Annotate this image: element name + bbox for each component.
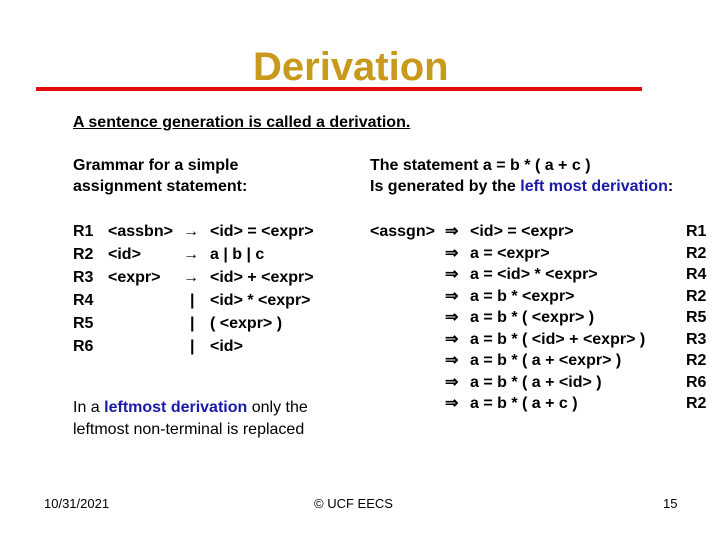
derives-arrow-icon: ⇒ bbox=[445, 352, 459, 369]
derives-arrow-icon: ⇒ bbox=[445, 330, 459, 348]
derives-arrow-icon: ⇒ bbox=[445, 309, 459, 326]
derivation-expression: a = b * <expr> bbox=[470, 287, 575, 305]
derivation-rule-label: R5 bbox=[686, 309, 707, 326]
note-line: leftmost non-terminal is replaced bbox=[73, 421, 305, 438]
footer-page-number: 15 bbox=[663, 496, 678, 511]
statement-heading: The statement a = b * ( a + c ) Is gener… bbox=[370, 155, 673, 197]
statement-heading-line: The statement a = b * ( a + c ) bbox=[370, 157, 591, 174]
rule-separator: | bbox=[190, 315, 195, 332]
footer-date: 10/31/2021 bbox=[44, 496, 110, 511]
rule-rhs: <id> + <expr> bbox=[210, 269, 314, 286]
derivation-expression: a = b * ( <expr> ) bbox=[470, 309, 595, 326]
grammar-heading-line: Grammar for a simple bbox=[73, 157, 239, 174]
rule-rhs: a | b | c bbox=[210, 246, 265, 263]
derivation-expression: a = <id> * <expr> bbox=[470, 266, 598, 283]
rule-rhs: ( <expr> ) bbox=[210, 315, 283, 332]
note-suffix: only the bbox=[247, 399, 308, 416]
grammar-heading-line: assignment statement: bbox=[73, 178, 248, 195]
derivation-rule-label: R4 bbox=[686, 266, 707, 283]
derivation-rule-label: R2 bbox=[686, 352, 707, 369]
derivation-expression: a = b * ( a + c ) bbox=[470, 395, 578, 412]
derivation-expression: a = <expr> bbox=[470, 244, 550, 262]
derivation-expression: <id> = <expr> bbox=[470, 223, 574, 240]
rule-label: R2 bbox=[73, 246, 94, 263]
rule-label: R5 bbox=[73, 315, 94, 332]
derives-arrow-icon: ⇒ bbox=[445, 395, 459, 412]
rule-lhs: <expr> bbox=[108, 269, 161, 286]
rule-rhs: <id> bbox=[210, 338, 243, 355]
derivation-rule-label: R3 bbox=[686, 330, 707, 348]
derivation-expression: a = b * ( <id> + <expr> ) bbox=[470, 330, 646, 348]
note-line: In a leftmost derivation only the bbox=[73, 397, 308, 419]
derivation-rule-label: R2 bbox=[686, 244, 707, 262]
statement-heading-suffix: : bbox=[667, 178, 674, 195]
rule-rhs: <id> * <expr> bbox=[210, 292, 311, 309]
note-prefix: In a bbox=[73, 399, 105, 416]
left-most-derivation-highlight: left most derivation bbox=[520, 178, 668, 195]
statement-heading-line: Is generated by the left most derivation… bbox=[370, 176, 673, 197]
rule-separator: → bbox=[183, 246, 199, 263]
derivation-expression: a = b * ( a + <id> ) bbox=[470, 373, 602, 391]
rule-lhs: <id> bbox=[108, 246, 141, 263]
statement-heading-prefix: Is generated by the bbox=[370, 178, 521, 195]
slide-title: Derivation bbox=[253, 45, 449, 89]
derives-arrow-icon: ⇒ bbox=[445, 287, 459, 305]
derivation-start-symbol: <assgn> bbox=[370, 223, 435, 240]
rule-label: R4 bbox=[73, 292, 94, 309]
derivation-rule-label: R1 bbox=[686, 223, 707, 240]
grammar-heading: Grammar for a simple assignment statemen… bbox=[73, 155, 247, 197]
rule-separator: | bbox=[190, 292, 195, 309]
derives-arrow-icon: ⇒ bbox=[445, 266, 459, 283]
derives-arrow-icon: ⇒ bbox=[445, 373, 459, 391]
slide-subtitle: A sentence generation is called a deriva… bbox=[73, 114, 411, 131]
rule-lhs: <assbn> bbox=[108, 223, 173, 240]
derives-arrow-icon: ⇒ bbox=[445, 223, 459, 240]
derives-arrow-icon: ⇒ bbox=[445, 244, 459, 262]
rule-separator: → bbox=[183, 269, 199, 286]
rule-rhs: <id> = <expr> bbox=[210, 223, 314, 240]
leftmost-note: In a leftmost derivation only the leftmo… bbox=[73, 397, 308, 441]
rule-separator: | bbox=[190, 338, 195, 355]
derivation-expression: a = b * ( a + <expr> ) bbox=[470, 352, 622, 369]
title-underline bbox=[36, 87, 642, 91]
derivation-rule-label: R2 bbox=[686, 395, 707, 412]
rule-label: R6 bbox=[73, 338, 94, 355]
derivation-rule-label: R2 bbox=[686, 287, 707, 305]
rule-separator: → bbox=[183, 223, 199, 240]
leftmost-derivation-highlight: leftmost derivation bbox=[104, 399, 248, 416]
rule-label: R1 bbox=[73, 223, 94, 240]
derivation-rule-label: R6 bbox=[686, 373, 707, 391]
rule-label: R3 bbox=[73, 269, 94, 286]
footer-copyright: © UCF EECS bbox=[314, 496, 393, 511]
